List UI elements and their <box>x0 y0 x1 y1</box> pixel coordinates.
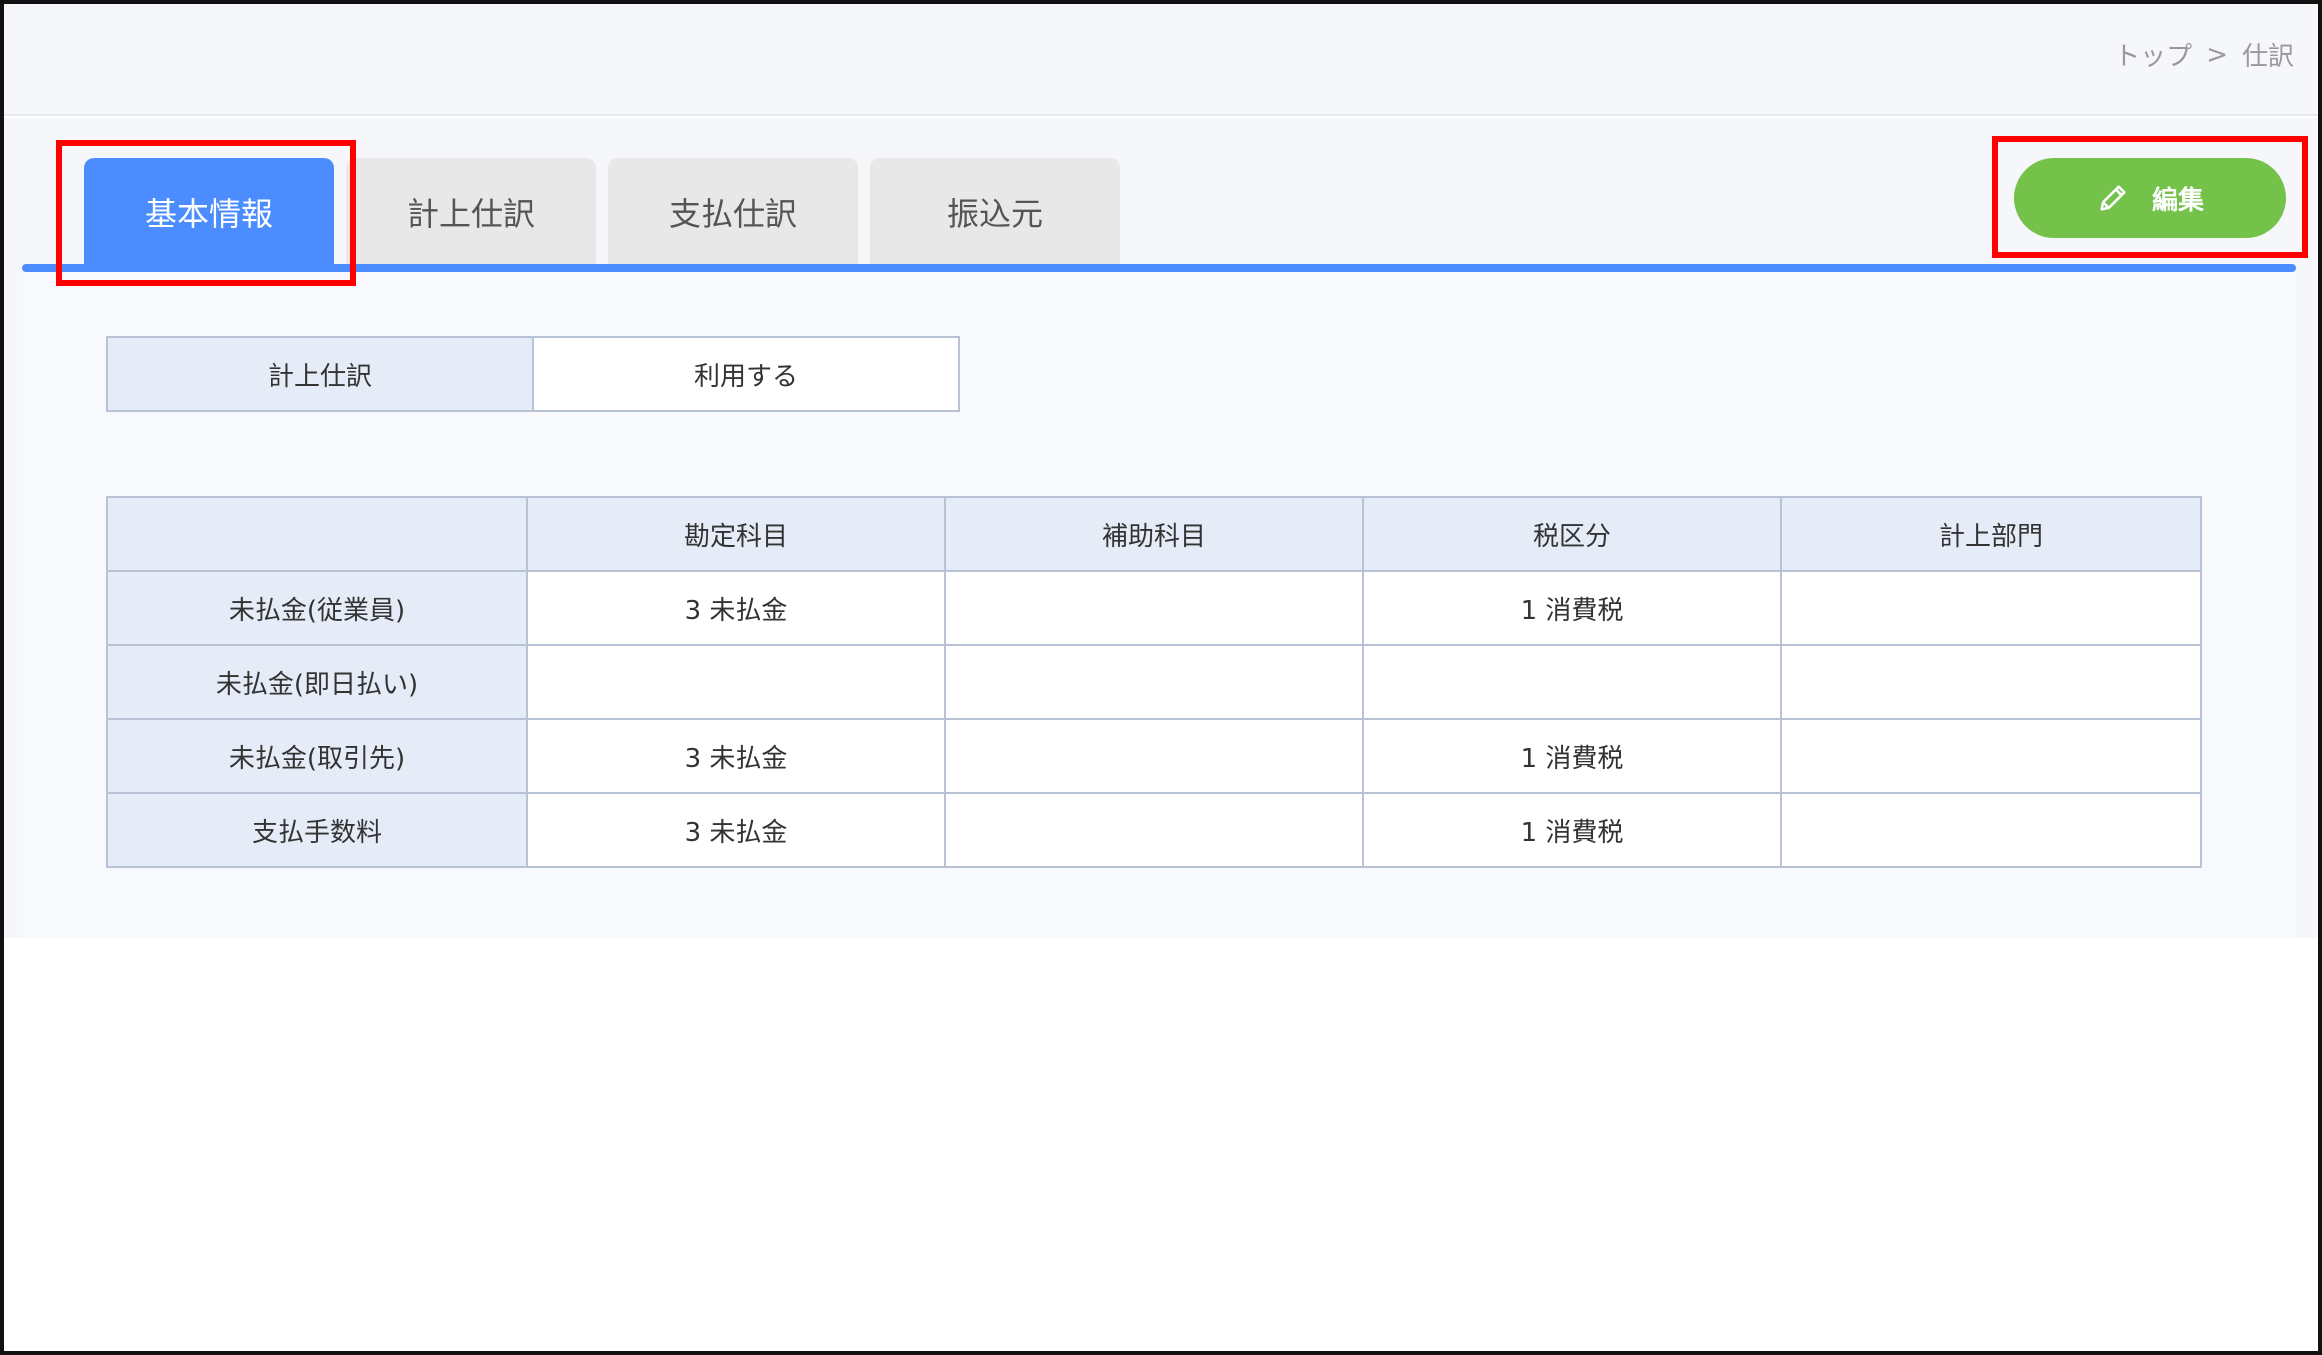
column-header: 計上部門 <box>1780 496 2202 572</box>
column-header: 補助科目 <box>944 496 1364 572</box>
journal-table: 勘定科目 補助科目 税区分 計上部門 未払金(従業員) 3 未払金 1 消費税 … <box>106 496 2202 868</box>
tab-transfer-source[interactable]: 振込元 <box>870 158 1120 266</box>
setting-value: 利用する <box>532 336 960 412</box>
column-header: 勘定科目 <box>526 496 946 572</box>
table-row: 支払手数料 3 未払金 1 消費税 <box>106 792 2202 868</box>
sub-account-cell <box>944 718 1364 794</box>
setting-label: 計上仕訳 <box>106 336 534 412</box>
tab-accrual-journal[interactable]: 計上仕訳 <box>346 158 596 266</box>
account-cell <box>526 644 946 720</box>
row-label: 支払手数料 <box>106 792 528 868</box>
row-label: 未払金(取引先) <box>106 718 528 794</box>
setting-row: 計上仕訳 利用する <box>106 336 960 412</box>
breadcrumb-home[interactable]: トップ <box>2114 36 2192 73</box>
tax-cell: 1 消費税 <box>1362 570 1782 646</box>
table-header-row: 勘定科目 補助科目 税区分 計上部門 <box>106 496 2202 572</box>
department-cell <box>1780 718 2202 794</box>
tax-cell: 1 消費税 <box>1362 718 1782 794</box>
tab-underline <box>22 264 2296 272</box>
department-cell <box>1780 792 2202 868</box>
top-bar: トップ > 仕訳 <box>4 4 2318 116</box>
sub-account-cell <box>944 792 1364 868</box>
account-cell: 3 未払金 <box>526 718 946 794</box>
table-row: 未払金(即日払い) <box>106 644 2202 720</box>
breadcrumb-separator: > <box>2206 39 2228 70</box>
row-label: 未払金(従業員) <box>106 570 528 646</box>
setting-table: 計上仕訳 利用する <box>106 336 960 412</box>
department-cell <box>1780 570 2202 646</box>
highlight-box-edit <box>1992 136 2308 258</box>
tax-cell <box>1362 644 1782 720</box>
breadcrumb: トップ > 仕訳 <box>2114 36 2294 73</box>
highlight-box-tab <box>56 140 356 286</box>
account-cell: 3 未払金 <box>526 570 946 646</box>
table-row: 未払金(従業員) 3 未払金 1 消費税 <box>106 570 2202 646</box>
table-row: 未払金(取引先) 3 未払金 1 消費税 <box>106 718 2202 794</box>
department-cell <box>1780 644 2202 720</box>
tab-payment-journal[interactable]: 支払仕訳 <box>608 158 858 266</box>
row-label: 未払金(即日払い) <box>106 644 528 720</box>
column-header <box>106 496 528 572</box>
column-header: 税区分 <box>1362 496 1782 572</box>
account-cell: 3 未払金 <box>526 792 946 868</box>
sub-account-cell <box>944 570 1364 646</box>
sub-account-cell <box>944 644 1364 720</box>
breadcrumb-current: 仕訳 <box>2241 42 2294 72</box>
tax-cell: 1 消費税 <box>1362 792 1782 868</box>
